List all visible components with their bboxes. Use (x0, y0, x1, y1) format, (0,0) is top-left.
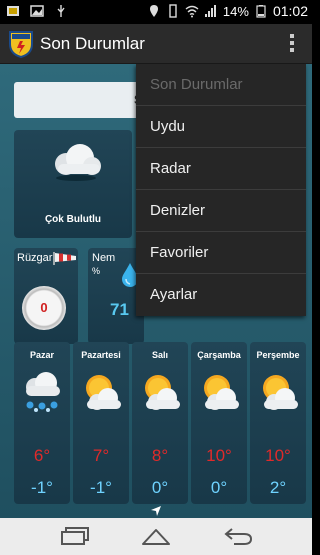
recent-apps-icon[interactable] (58, 524, 90, 548)
forecast-low: 0° (210, 478, 228, 497)
forecast-high: 6° (33, 446, 51, 465)
forecast-day-card[interactable]: Salı 8° 0° (132, 342, 188, 504)
clock: 01:02 (272, 3, 308, 19)
menu-item-label: Ayarlar (150, 286, 198, 303)
wind-label: Rüzgar (17, 252, 53, 264)
forecast-high: 8° (151, 446, 169, 465)
status-bar: 14% 01:02 (0, 0, 312, 24)
rain-cloud-icon (26, 372, 60, 412)
app-logo-icon (9, 31, 33, 58)
menu-item-ayarlar[interactable]: Ayarlar (136, 274, 306, 316)
overflow-menu: Son Durumlar Uydu Radar Denizler Favoril… (136, 64, 306, 316)
forecast-high: 10° (206, 446, 232, 465)
forecast-day-name: Pazar (29, 350, 55, 360)
navigation-bar (0, 518, 312, 555)
overflow-menu-button[interactable] (288, 34, 296, 54)
partly-cloudy-icon (204, 375, 239, 410)
cloudy-icon (55, 144, 101, 181)
forecast-day-card[interactable]: Pazartesi 7° -1° (73, 342, 129, 504)
image-icon (30, 5, 44, 17)
battery-percent: 14% (222, 3, 249, 19)
app-notification-icon (7, 6, 19, 16)
forecast-low: -1° (90, 478, 112, 497)
menu-item-label: Favoriler (150, 244, 209, 261)
menu-item-denizler[interactable]: Denizler (136, 190, 306, 232)
action-bar: Son Durumlar (0, 24, 312, 64)
wind-value: 0 (40, 300, 48, 315)
menu-item-label: Son Durumlar (150, 76, 243, 93)
forecast-high: 10° (265, 446, 291, 465)
menu-item-son-durumlar: Son Durumlar (136, 64, 306, 106)
back-icon[interactable] (222, 524, 254, 548)
location-arrow-icon (151, 506, 161, 516)
menu-item-label: Radar (150, 160, 191, 177)
forecast-low: 2° (269, 478, 287, 497)
humidity-label: Nem (92, 252, 116, 264)
current-condition: Çok Bulutlu (44, 214, 102, 225)
wind-card[interactable]: Rüzgar 0 (14, 248, 78, 344)
usb-icon (57, 5, 65, 17)
partly-cloudy-icon (145, 375, 180, 410)
forecast-high: 7° (92, 446, 110, 465)
menu-item-radar[interactable]: Radar (136, 148, 306, 190)
menu-item-label: Uydu (150, 118, 186, 135)
partly-cloudy-icon (86, 375, 121, 410)
forecast-day-card[interactable]: Perşembe 10° 2° (250, 342, 306, 504)
vibrate-icon (169, 4, 177, 18)
menu-item-label: Denizler (150, 202, 206, 219)
location-icon (149, 5, 158, 17)
forecast-day-card[interactable]: Pazar 6° -1° (14, 342, 70, 504)
partly-cloudy-icon (263, 375, 298, 410)
current-conditions-card[interactable]: Çok Bulutlu (14, 130, 132, 238)
wifi-icon (185, 5, 199, 18)
forecast-low: -1° (31, 478, 53, 497)
forecast-day-card[interactable]: Çarşamba 10° 0° (191, 342, 247, 504)
forecast-day-name: Perşembe (256, 350, 300, 360)
home-icon[interactable] (140, 524, 172, 548)
battery-icon (256, 5, 266, 18)
page-title: Son Durumlar (40, 34, 145, 53)
forecast-day-name: Çarşamba (197, 350, 241, 360)
menu-item-uydu[interactable]: Uydu (136, 106, 306, 148)
humidity-value: 71 (110, 300, 129, 319)
menu-item-favoriler[interactable]: Favoriler (136, 232, 306, 274)
humidity-unit: % (92, 266, 101, 276)
wind-gauge: 0 (22, 286, 66, 330)
forecast-low: 0° (151, 478, 169, 497)
forecast-day-name: Salı (151, 350, 168, 360)
windsock-icon (53, 252, 76, 265)
forecast-day-name: Pazartesi (81, 350, 121, 360)
signal-icon (204, 5, 216, 17)
